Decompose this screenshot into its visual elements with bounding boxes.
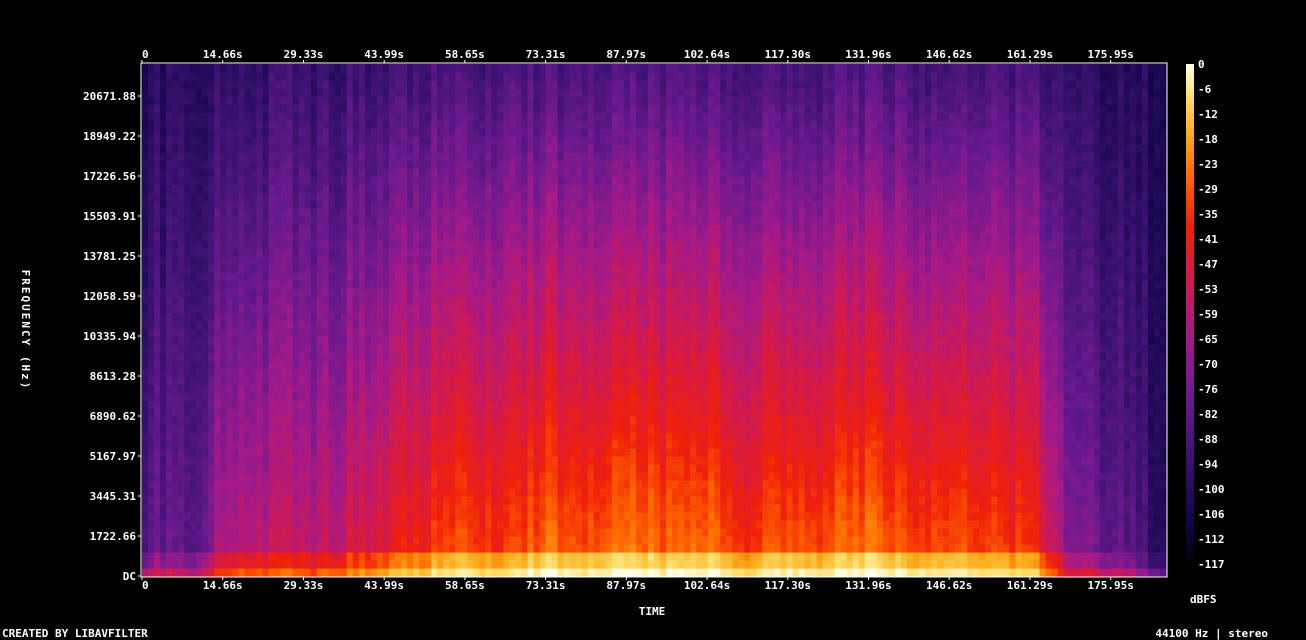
x-tick-label-bottom: 146.62s <box>926 579 972 592</box>
colorbar: 0 -6 -12 -18 -23 -29 -35 -41 -47 -53 -59 -65 -70 -76 -… <box>1186 58 1225 571</box>
spectrogram-plot-area <box>142 64 1167 577</box>
colorbar-tick-label: -35 <box>1198 208 1218 221</box>
colorbar-tick-label: -65 <box>1198 333 1218 346</box>
colorbar-tick-label: -106 <box>1198 508 1225 521</box>
y-tick-label: 12058.59 <box>83 290 136 303</box>
footer-audio-info: 44100 Hz | stereo <box>1155 627 1268 640</box>
x-tick-label-top: 43.99s <box>364 48 404 61</box>
colorbar-tick-label: -94 <box>1198 458 1218 471</box>
x-tick-label-bottom: 73.31s <box>526 579 566 592</box>
y-tick-label: DC <box>123 570 136 583</box>
colorbar-tick-label: -23 <box>1198 158 1218 171</box>
spectrogram-cells <box>142 64 1167 577</box>
y-axis: DC 1722.66 3445.31 5167.97 6890.62 8613.28 103… <box>83 90 141 583</box>
x-axis-top: 0 14.66s 29.33s 43.99s 58.65s 73.31s 87.97s 102… <box>141 48 1134 63</box>
colorbar-tick-label: -100 <box>1198 483 1225 496</box>
x-tick-label-top: 146.62s <box>926 48 972 61</box>
spectrogram-chart: 0 14.66s 29.33s 43.99s 58.65s 73.31s 87.97s 102… <box>2 48 1268 640</box>
colorbar-gradient <box>1186 64 1194 568</box>
x-tick-label-top: 0 <box>142 48 149 61</box>
colorbar-tick-label: -117 <box>1198 558 1225 571</box>
colorbar-tick-label: -53 <box>1198 283 1218 296</box>
y-tick-label: 13781.25 <box>83 250 136 263</box>
colorbar-tick-label: -59 <box>1198 308 1218 321</box>
x-tick-label-top: 175.95s <box>1087 48 1133 61</box>
x-tick-label-top: 117.30s <box>765 48 811 61</box>
x-tick-label-top: 131.96s <box>845 48 891 61</box>
colorbar-tick-label: -70 <box>1198 358 1218 371</box>
y-tick-label: 1722.66 <box>90 530 137 543</box>
x-tick-label-bottom: 102.64s <box>684 579 730 592</box>
y-tick-label: 20671.88 <box>83 90 136 103</box>
x-tick-label-bottom: 43.99s <box>364 579 404 592</box>
colorbar-tick-label: -41 <box>1198 233 1218 246</box>
spectrogram-figure: 0 14.66s 29.33s 43.99s 58.65s 73.31s 87.97s 102… <box>0 0 1306 640</box>
x-tick-label-bottom: 29.33s <box>284 579 324 592</box>
y-tick-label: 17226.56 <box>83 170 136 183</box>
y-tick-label: 3445.31 <box>90 490 137 503</box>
colorbar-tick-label: 0 <box>1198 58 1205 71</box>
y-tick-label: 18949.22 <box>83 130 136 143</box>
x-tick-label-bottom: 87.97s <box>606 579 646 592</box>
colorbar-tick-label: -88 <box>1198 433 1218 446</box>
y-tick-label: 10335.94 <box>83 330 136 343</box>
x-tick-label-top: 29.33s <box>284 48 324 61</box>
colorbar-tick-label: -112 <box>1198 533 1225 546</box>
x-tick-label-bottom: 0 <box>142 579 149 592</box>
footer-credit: CREATED BY LIBAVFILTER <box>2 627 148 640</box>
y-tick-label: 8613.28 <box>90 370 136 383</box>
colorbar-tick-label: -18 <box>1198 133 1218 146</box>
colorbar-tick-label: -12 <box>1198 108 1218 121</box>
y-tick-label: 5167.97 <box>90 450 136 463</box>
x-tick-label-bottom: 161.29s <box>1007 579 1053 592</box>
x-tick-label-bottom: 117.30s <box>765 579 811 592</box>
x-tick-label-bottom: 131.96s <box>845 579 891 592</box>
x-axis-bottom: 0 14.66s 29.33s 43.99s 58.65s 73.31s 87.97s 102… <box>141 577 1134 592</box>
colorbar-label: dBFS <box>1190 593 1217 606</box>
colorbar-tick-label: -29 <box>1198 183 1218 196</box>
x-tick-label-top: 161.29s <box>1007 48 1053 61</box>
x-tick-label-bottom: 175.95s <box>1087 579 1133 592</box>
x-axis-label: TIME <box>639 605 666 618</box>
x-tick-label-top: 87.97s <box>606 48 646 61</box>
y-tick-label: 6890.62 <box>90 410 136 423</box>
colorbar-tick-label: -76 <box>1198 383 1218 396</box>
y-axis-label: FREQUENCY (Hz) <box>19 270 32 391</box>
x-tick-label-top: 58.65s <box>445 48 485 61</box>
colorbar-tick-label: -82 <box>1198 408 1218 421</box>
colorbar-tick-label: -47 <box>1198 258 1218 271</box>
x-tick-label-top: 102.64s <box>684 48 730 61</box>
x-tick-label-top: 73.31s <box>526 48 566 61</box>
colorbar-tick-label: -6 <box>1198 83 1212 96</box>
y-tick-label: 15503.91 <box>83 210 136 223</box>
x-tick-label-bottom: 14.66s <box>203 579 243 592</box>
x-tick-label-bottom: 58.65s <box>445 579 485 592</box>
x-tick-label-top: 14.66s <box>203 48 243 61</box>
